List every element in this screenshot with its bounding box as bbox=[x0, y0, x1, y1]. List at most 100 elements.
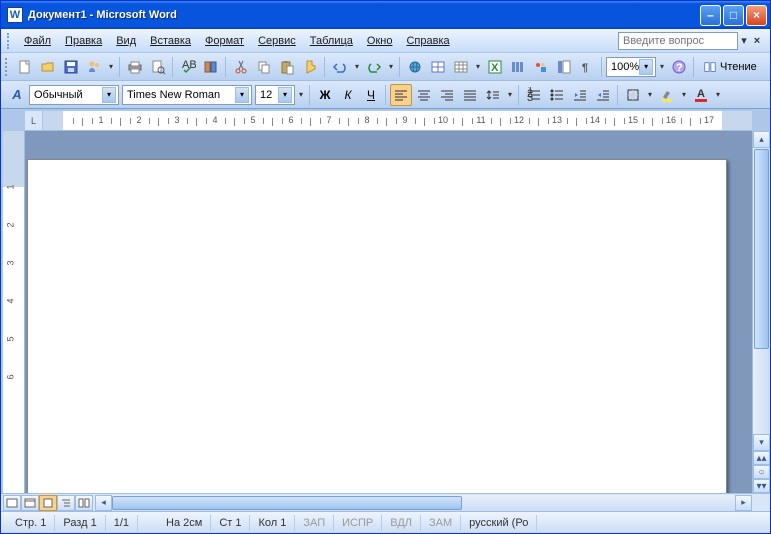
permissions-button[interactable] bbox=[83, 56, 105, 78]
scroll-right-button[interactable]: ▸ bbox=[735, 495, 752, 511]
status-pages[interactable]: 1/1 bbox=[106, 515, 138, 531]
hruler-track[interactable]: 1234567891011121314151617 bbox=[43, 111, 752, 130]
fontsize-dropdown-icon[interactable]: ▾ bbox=[278, 87, 292, 103]
redo-button[interactable] bbox=[363, 56, 385, 78]
research-button[interactable] bbox=[200, 56, 222, 78]
align-center-button[interactable] bbox=[413, 84, 435, 106]
underline-button[interactable]: Ч bbox=[360, 84, 382, 106]
menu-table[interactable]: Таблица bbox=[303, 32, 360, 50]
columns-button[interactable] bbox=[507, 56, 529, 78]
close-button[interactable]: × bbox=[746, 5, 767, 26]
docmap-button[interactable] bbox=[553, 56, 575, 78]
zoom-dropdown-icon[interactable]: ▾ bbox=[639, 59, 653, 75]
borders-button[interactable] bbox=[622, 84, 644, 106]
browse-object-button[interactable]: ○ bbox=[753, 465, 770, 479]
menu-insert[interactable]: Вставка bbox=[143, 32, 198, 50]
align-left-button[interactable] bbox=[390, 84, 412, 106]
paste-button[interactable] bbox=[276, 56, 298, 78]
tables-borders-button[interactable] bbox=[427, 56, 449, 78]
style-combo[interactable]: Обычный ▾ bbox=[29, 85, 119, 105]
show-formatting-button[interactable]: ¶ bbox=[576, 56, 598, 78]
horizontal-scrollbar[interactable]: ◂ ▸ bbox=[95, 495, 752, 511]
format-painter-button[interactable] bbox=[299, 56, 321, 78]
font-color-dropdown[interactable]: ▾ bbox=[713, 84, 723, 106]
status-page[interactable]: Стр. 1 bbox=[7, 515, 55, 531]
font-dropdown-icon[interactable]: ▾ bbox=[235, 87, 249, 103]
zoom-extra-dropdown[interactable]: ▾ bbox=[657, 56, 667, 78]
toolbar-handle[interactable] bbox=[5, 58, 11, 76]
status-section[interactable]: Разд 1 bbox=[55, 515, 105, 531]
menu-tools[interactable]: Сервис bbox=[251, 32, 303, 50]
drawing-button[interactable] bbox=[530, 56, 552, 78]
undo-button[interactable] bbox=[329, 56, 351, 78]
status-at[interactable]: На 2см bbox=[158, 515, 211, 531]
numbered-list-button[interactable]: 123 bbox=[523, 84, 545, 106]
menubar-handle[interactable] bbox=[7, 33, 13, 49]
insert-table-button[interactable] bbox=[450, 56, 472, 78]
highlight-dropdown[interactable]: ▾ bbox=[679, 84, 689, 106]
menu-file[interactable]: Файл bbox=[17, 32, 58, 50]
align-justify-button[interactable] bbox=[459, 84, 481, 106]
print-layout-view-button[interactable] bbox=[39, 495, 57, 511]
italic-button[interactable]: К bbox=[337, 84, 359, 106]
undo-dropdown[interactable]: ▾ bbox=[352, 56, 362, 78]
copy-button[interactable] bbox=[253, 56, 275, 78]
align-right-button[interactable] bbox=[436, 84, 458, 106]
open-button[interactable] bbox=[37, 56, 59, 78]
bulleted-list-button[interactable] bbox=[546, 84, 568, 106]
borders-dropdown[interactable]: ▾ bbox=[645, 84, 655, 106]
scroll-down-button[interactable]: ▾ bbox=[753, 434, 770, 451]
new-button[interactable] bbox=[14, 56, 36, 78]
hyperlink-button[interactable] bbox=[404, 56, 426, 78]
print-button[interactable] bbox=[124, 56, 146, 78]
next-page-button[interactable]: ▾▾ bbox=[753, 479, 770, 493]
line-spacing-dropdown[interactable]: ▾ bbox=[505, 84, 515, 106]
vertical-ruler[interactable]: 123456 bbox=[3, 131, 25, 493]
spellcheck-button[interactable]: ABC bbox=[177, 56, 199, 78]
status-language[interactable]: русский (Ро bbox=[461, 515, 537, 531]
vertical-scrollbar[interactable]: ▴ ▾ ▴▴ ○ ▾▾ bbox=[752, 131, 770, 493]
vscroll-track[interactable] bbox=[753, 350, 770, 434]
status-ext[interactable]: ВДЛ bbox=[382, 515, 421, 531]
menu-view[interactable]: Вид bbox=[109, 32, 143, 50]
page[interactable] bbox=[27, 159, 727, 493]
normal-view-button[interactable] bbox=[3, 495, 21, 511]
web-view-button[interactable] bbox=[21, 495, 39, 511]
status-col[interactable]: Кол 1 bbox=[250, 515, 295, 531]
permissions-dropdown[interactable]: ▾ bbox=[106, 56, 116, 78]
print-preview-button[interactable] bbox=[147, 56, 169, 78]
outline-view-button[interactable] bbox=[57, 495, 75, 511]
menu-help[interactable]: Справка bbox=[399, 32, 456, 50]
ruler-tab-selector[interactable]: L bbox=[25, 111, 43, 130]
cut-button[interactable] bbox=[230, 56, 252, 78]
save-button[interactable] bbox=[60, 56, 82, 78]
style-dropdown-icon[interactable]: ▾ bbox=[102, 87, 116, 103]
decrease-indent-button[interactable] bbox=[569, 84, 591, 106]
bold-button[interactable]: Ж bbox=[314, 84, 336, 106]
insert-table-dropdown[interactable]: ▾ bbox=[473, 56, 483, 78]
zoom-combo[interactable]: 100% ▾ bbox=[606, 57, 656, 77]
fontsize-extra[interactable]: ▾ bbox=[296, 84, 306, 106]
status-rec[interactable]: ЗАП bbox=[295, 515, 334, 531]
status-trk[interactable]: ИСПР bbox=[334, 515, 382, 531]
vscroll-thumb[interactable] bbox=[754, 149, 769, 349]
fontsize-combo[interactable]: 12 ▾ bbox=[255, 85, 295, 105]
titlebar[interactable]: W Документ1 - Microsoft Word – □ × bbox=[1, 1, 770, 29]
hscroll-thumb[interactable] bbox=[112, 496, 462, 510]
menubar-close[interactable]: × bbox=[750, 35, 764, 47]
highlight-button[interactable] bbox=[656, 84, 678, 106]
minimize-button[interactable]: – bbox=[700, 5, 721, 26]
increase-indent-button[interactable] bbox=[592, 84, 614, 106]
reading-mode-button[interactable]: Чтение bbox=[698, 56, 762, 78]
hscroll-track[interactable] bbox=[112, 495, 735, 511]
font-combo[interactable]: Times New Roman ▾ bbox=[122, 85, 252, 105]
app-icon[interactable]: W bbox=[7, 7, 23, 23]
menu-format[interactable]: Формат bbox=[198, 32, 251, 50]
scroll-up-button[interactable]: ▴ bbox=[753, 131, 770, 148]
prev-page-button[interactable]: ▴▴ bbox=[753, 451, 770, 465]
excel-button[interactable]: X bbox=[484, 56, 506, 78]
reading-view-button[interactable] bbox=[75, 495, 93, 511]
menu-edit[interactable]: Правка bbox=[58, 32, 109, 50]
line-spacing-button[interactable] bbox=[482, 84, 504, 106]
maximize-button[interactable]: □ bbox=[723, 5, 744, 26]
